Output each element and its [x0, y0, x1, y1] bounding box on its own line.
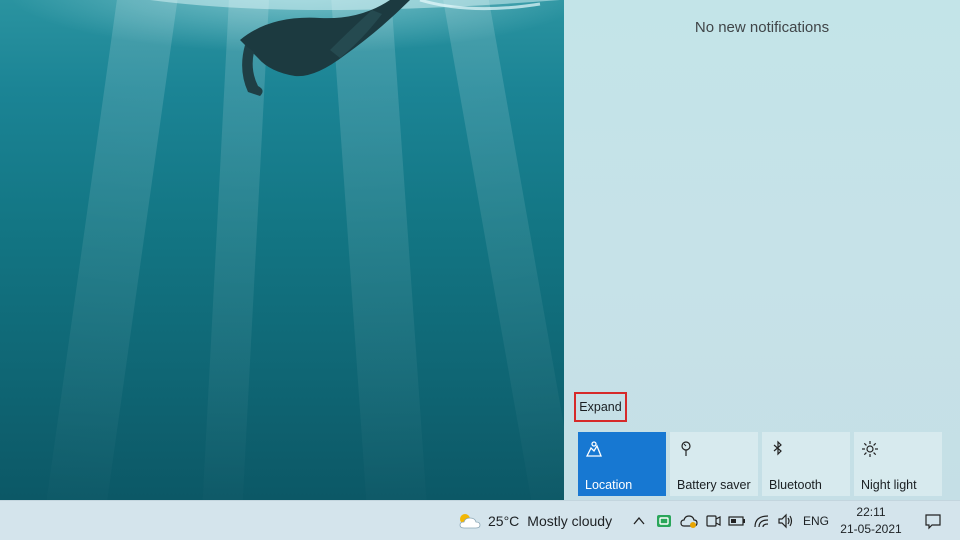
- location-tile[interactable]: Location: [578, 432, 666, 496]
- wifi-icon[interactable]: [753, 512, 771, 530]
- notifications-icon: [925, 514, 941, 530]
- clock-date: 21-05-2021: [840, 522, 902, 536]
- taskbar: 25°C Mostly cloudy ENG 22:11 21-05-2021: [0, 500, 960, 540]
- expand-button[interactable]: Expand: [574, 392, 627, 422]
- battery-icon[interactable]: [728, 512, 746, 530]
- desktop-wallpaper: [0, 0, 564, 500]
- meet-now-icon[interactable]: [704, 512, 722, 530]
- clock[interactable]: 22:11 21-05-2021: [836, 504, 906, 538]
- bluetooth-tile-label: Bluetooth: [769, 478, 822, 492]
- clock-time: 22:11: [856, 505, 886, 519]
- location-icon: [585, 441, 602, 457]
- notifications-button[interactable]: [906, 501, 960, 540]
- battery-saver-icon: [681, 441, 691, 456]
- quick-actions: Location Battery saver Bluetooth Night l…: [578, 432, 942, 496]
- night-light-tile-label: Night light: [861, 478, 917, 492]
- night-light-icon: [862, 441, 878, 457]
- battery-saver-tile-label: Battery saver: [677, 478, 751, 492]
- onedrive-icon[interactable]: [680, 512, 698, 530]
- swimmer-image: [150, 0, 560, 96]
- volume-icon[interactable]: [777, 512, 795, 530]
- weather-description: Mostly cloudy: [527, 513, 613, 529]
- night-light-tile[interactable]: Night light: [854, 432, 942, 496]
- partly-cloudy-icon: [459, 514, 481, 529]
- location-tile-label: Location: [585, 478, 633, 492]
- app-tray-icon[interactable]: [655, 512, 673, 530]
- battery-saver-tile[interactable]: Battery saver: [670, 432, 758, 496]
- language-indicator[interactable]: ENG: [803, 501, 829, 540]
- bluetooth-icon: [773, 440, 782, 456]
- weather-widget[interactable]: 25°C Mostly cloudy: [456, 501, 612, 540]
- chevron-up-icon[interactable]: [630, 512, 648, 530]
- action-center-panel: No new notifications Expand Location Bat…: [564, 0, 960, 500]
- no-notifications-message: No new notifications: [694, 19, 830, 36]
- weather-temperature: 25°C: [488, 513, 520, 529]
- bluetooth-tile[interactable]: Bluetooth: [762, 432, 850, 496]
